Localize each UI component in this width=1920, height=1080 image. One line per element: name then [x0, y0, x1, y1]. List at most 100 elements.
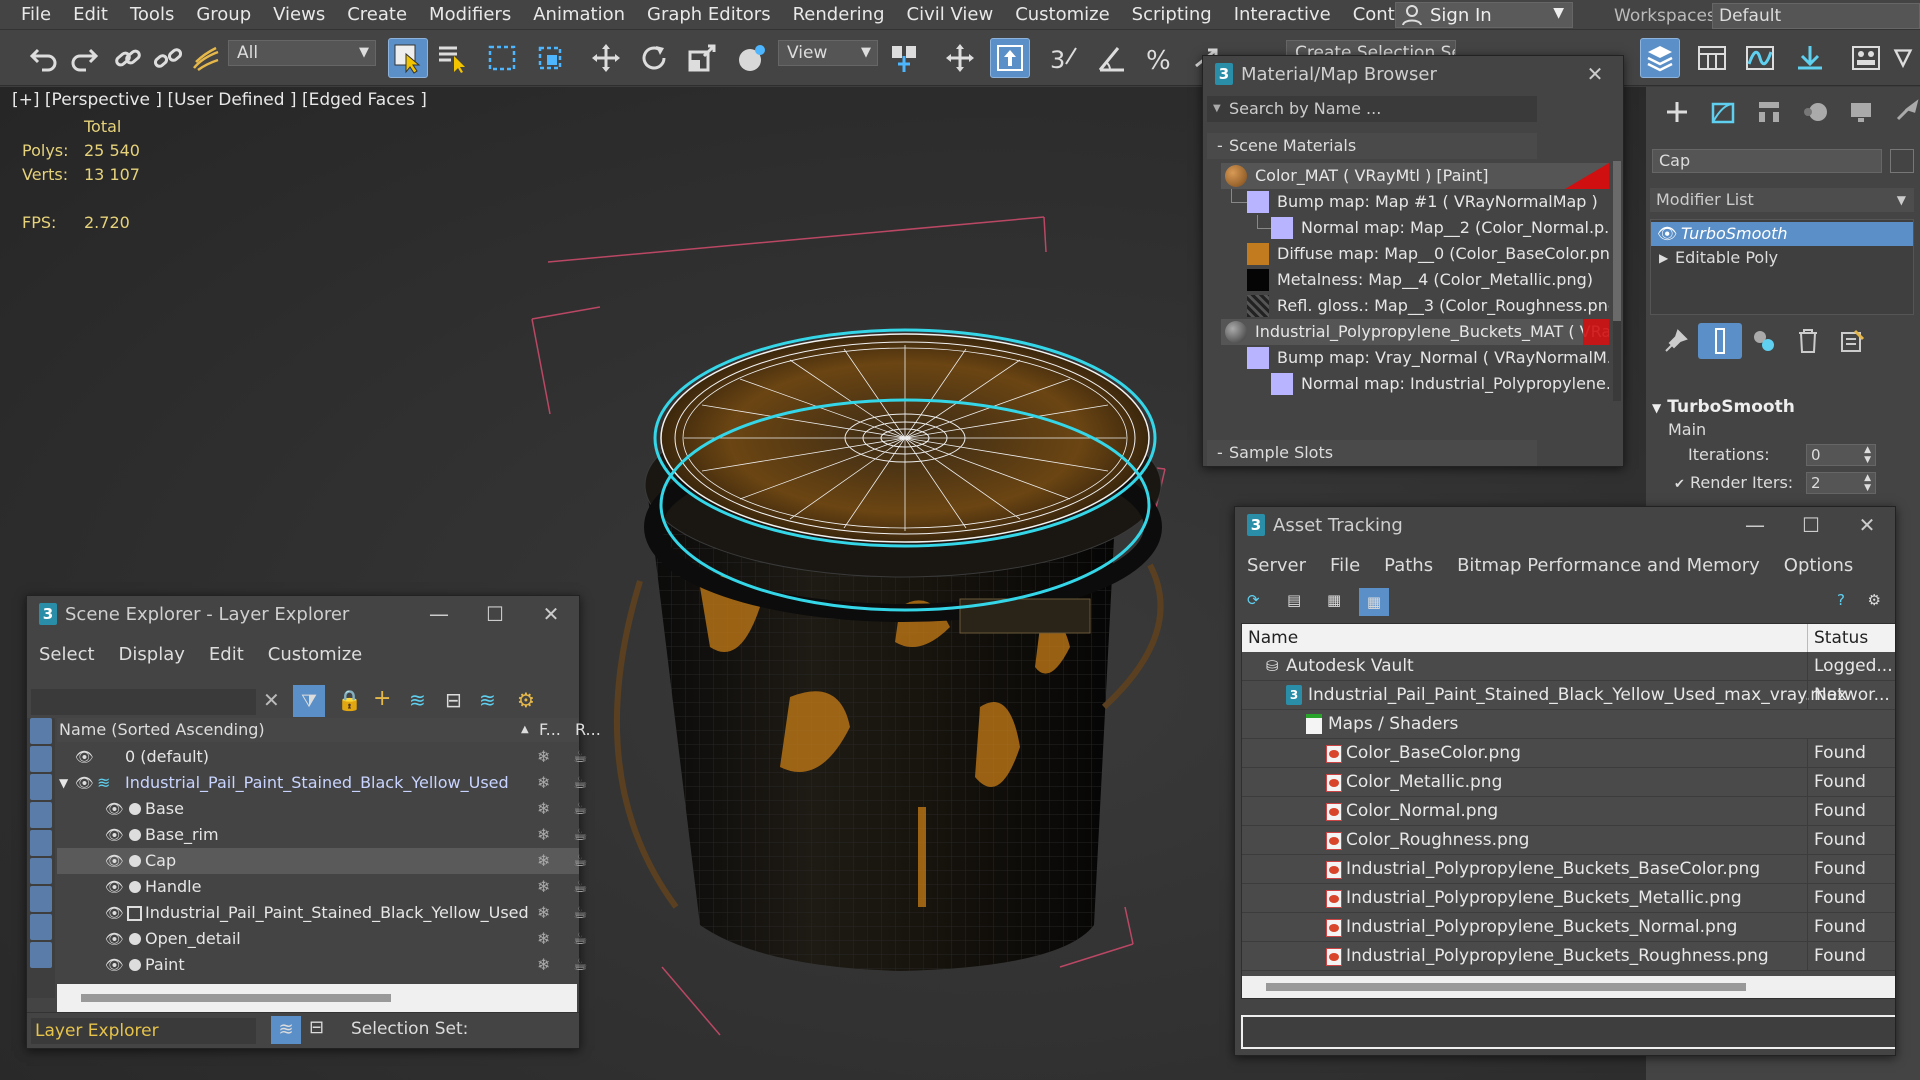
map-item[interactable]: Normal map: Industrial_Polypropylene... — [1271, 371, 1609, 397]
remove-modifier-button[interactable] — [1786, 323, 1830, 359]
display-lights-icon[interactable] — [30, 774, 52, 800]
material-search-field[interactable]: Search by Name ... — [1207, 96, 1537, 122]
layers-icon[interactable]: ≋ — [271, 1016, 301, 1044]
lock-icon[interactable]: 🔒 — [337, 688, 362, 712]
column-name[interactable]: Name (Sorted Ascending) — [59, 718, 265, 742]
explorer-type-dropdown[interactable]: Layer Explorer — [31, 1018, 256, 1044]
menu-create[interactable]: Create — [336, 0, 418, 30]
display-groups-icon[interactable] — [30, 886, 52, 912]
percent-snap-button[interactable]: % — [1140, 38, 1180, 78]
object-color-swatch[interactable] — [1890, 149, 1914, 173]
workspaces-dropdown[interactable]: Default — [1712, 3, 1920, 29]
freeze-icon[interactable]: ❄ — [537, 744, 550, 770]
menu-paths[interactable]: Paths — [1372, 555, 1445, 576]
object-row-paint[interactable]: 👁 Paint ❄ ☕ — [57, 952, 587, 978]
renderable-teapot-icon[interactable]: ☕ — [573, 900, 587, 926]
pivot-center-button[interactable] — [884, 38, 924, 78]
display-xrefs-icon[interactable] — [30, 914, 52, 940]
menu-edit[interactable]: Edit — [197, 644, 256, 665]
eye-icon[interactable]: 👁 — [1657, 222, 1677, 246]
menu-edit[interactable]: Edit — [62, 0, 119, 30]
place-button[interactable] — [732, 38, 772, 78]
sign-in-button[interactable]: Sign In ▼ — [1395, 2, 1573, 28]
asset-row-bitmap[interactable]: Color_Roughness.png Found — [1242, 826, 1895, 855]
freeze-icon[interactable]: ❄ — [537, 848, 550, 874]
table-view-icon[interactable]: ▦ — [1359, 588, 1389, 616]
freeze-icon[interactable]: ❄ — [537, 874, 550, 900]
display-space-warps-icon[interactable] — [30, 858, 52, 884]
asset-row-bitmap[interactable]: Industrial_Polypropylene_Buckets_Metalli… — [1242, 884, 1895, 913]
eye-icon[interactable]: 👁 — [75, 744, 94, 770]
sync-selection-icon[interactable]: ⚙ — [517, 688, 535, 712]
map-item[interactable]: Bump map: Map #1 ( VRayNormalMap ) — [1247, 189, 1609, 215]
utilities-tab[interactable] — [1884, 95, 1920, 129]
renderable-teapot-icon[interactable]: ☕ — [573, 874, 587, 900]
window-crossing-button[interactable] — [530, 38, 570, 78]
selection-filter-dropdown[interactable]: All ▼ — [228, 40, 376, 66]
menu-tools[interactable]: Tools — [119, 0, 185, 30]
bind-to-space-warp-button[interactable] — [186, 38, 226, 78]
modify-tab[interactable] — [1700, 95, 1746, 129]
horizontal-scrollbar[interactable] — [57, 984, 577, 1012]
layer-row-default[interactable]: 👁 0 (default) ❄ ☕ — [57, 744, 587, 770]
map-item[interactable]: Bump map: Vray_Normal ( VRayNormalM... — [1247, 345, 1609, 371]
eye-icon[interactable]: 👁 — [105, 952, 124, 978]
create-tab[interactable] — [1654, 95, 1700, 129]
scene-explorer-titlebar[interactable]: 3 Scene Explorer - Layer Explorer — ☐ ✕ — [27, 596, 579, 632]
stack-item-editable-poly[interactable]: ▶ Editable Poly — [1651, 246, 1913, 270]
refresh-icon[interactable]: ⟳ — [1247, 591, 1260, 609]
select-and-link-button[interactable] — [108, 38, 148, 78]
map-item[interactable]: Diffuse map: Map__0 (Color_BaseColor.png… — [1247, 241, 1609, 267]
close-button[interactable]: ✕ — [1839, 507, 1895, 543]
asset-row-bitmap[interactable]: Color_BaseColor.png Found — [1242, 739, 1895, 768]
column-status[interactable]: Status — [1807, 624, 1868, 652]
renderable-teapot-icon[interactable]: ☕ — [573, 848, 587, 874]
menu-bitmap-performance[interactable]: Bitmap Performance and Memory — [1445, 555, 1772, 576]
maximize-button[interactable]: ☐ — [1783, 507, 1839, 543]
column-render[interactable]: R... — [575, 718, 601, 742]
scrollbar-thumb[interactable] — [1266, 983, 1746, 991]
material-editor-button[interactable] — [1846, 38, 1886, 78]
sample-slots-section[interactable]: Sample Slots — [1207, 440, 1537, 466]
settings-icon[interactable]: ⚙ — [1868, 591, 1881, 609]
material-item[interactable]: Industrial_Polypropylene_Buckets_MAT ( V… — [1221, 319, 1609, 345]
explorer-search-field[interactable] — [31, 689, 256, 715]
freeze-icon[interactable]: ❄ — [537, 900, 550, 926]
scale-button[interactable] — [682, 38, 722, 78]
display-shapes-icon[interactable] — [30, 746, 52, 772]
close-button[interactable]: ✕ — [523, 596, 579, 632]
minimize-button[interactable]: — — [411, 596, 467, 632]
reference-coordinate-dropdown[interactable]: View ▼ — [778, 40, 878, 66]
renderable-teapot-icon[interactable]: ☕ — [573, 822, 587, 848]
display-geometry-icon[interactable] — [30, 718, 52, 744]
freeze-icon[interactable]: ❄ — [537, 952, 550, 978]
renderable-teapot-icon[interactable]: ☕ — [573, 926, 587, 952]
menu-civil-view[interactable]: Civil View — [896, 0, 1005, 30]
hierarchy-tab[interactable] — [1746, 95, 1792, 129]
object-name-field[interactable]: Cap — [1652, 149, 1882, 173]
render-setup-button[interactable] — [1888, 38, 1918, 78]
configure-modifier-sets-button[interactable] — [1830, 323, 1874, 359]
eye-icon[interactable]: 👁 — [105, 822, 124, 848]
object-row-base-rim[interactable]: 👁 Base_rim ❄ ☕ — [57, 822, 587, 848]
maximize-button[interactable]: ☐ — [467, 596, 523, 632]
column-freeze[interactable]: F... — [539, 718, 561, 742]
asset-row-max-file[interactable]: 3 Industrial_Pail_Paint_Stained_Black_Yel… — [1242, 681, 1895, 710]
undo-button[interactable] — [24, 38, 64, 78]
menu-graph-editors[interactable]: Graph Editors — [636, 0, 782, 30]
motion-tab[interactable] — [1792, 95, 1838, 129]
freeze-icon[interactable]: ❄ — [537, 770, 550, 796]
eye-icon[interactable]: 👁 — [105, 796, 124, 822]
eye-icon[interactable]: 👁 — [105, 900, 124, 926]
close-button[interactable]: ✕ — [1567, 56, 1623, 92]
layer-row-industrial-pail[interactable]: ▼ 👁 ≋ Industrial_Pail_Paint_Stained_Black_Y… — [57, 770, 587, 796]
map-item[interactable]: Normal map: Map__2 (Color_Normal.p... — [1271, 215, 1609, 241]
vertical-scrollbar[interactable] — [1613, 161, 1621, 401]
object-row-handle[interactable]: 👁 Handle ❄ ☕ — [57, 874, 587, 900]
list-view-icon[interactable]: ▤ — [1287, 591, 1301, 609]
menu-views[interactable]: Views — [262, 0, 336, 30]
pin-stack-button[interactable] — [1654, 323, 1698, 359]
viewport-label-menu[interactable]: [+] [Perspective ] [User Defined ] [Edge… — [12, 90, 427, 110]
hierarchy-toggle-icon[interactable]: ⊟ — [445, 688, 462, 712]
help-icon[interactable]: ? — [1837, 591, 1845, 609]
